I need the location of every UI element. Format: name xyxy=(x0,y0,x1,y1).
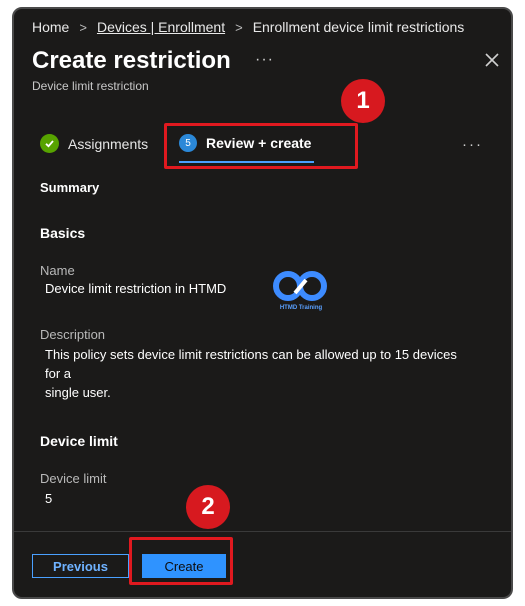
device-limit-value: 5 xyxy=(45,491,53,506)
device-limit-label: Device limit xyxy=(40,471,107,486)
create-restriction-panel: Home > Devices | Enrollment > Enrollment… xyxy=(12,7,513,599)
more-options-icon[interactable]: ··· xyxy=(255,51,274,69)
highlight-box-create-button xyxy=(129,537,233,585)
breadcrumb-separator-icon: > xyxy=(79,19,87,35)
tabs-more-icon[interactable]: ··· xyxy=(462,136,483,153)
name-value: Device limit restriction in HTMD xyxy=(45,281,227,296)
highlight-box-review-tab xyxy=(164,123,358,169)
watermark-text: HTMD Training xyxy=(279,305,323,311)
device-limit-heading: Device limit xyxy=(40,433,118,449)
description-line: for a xyxy=(45,366,72,381)
basics-heading: Basics xyxy=(40,225,86,241)
description-label: Description xyxy=(40,327,106,342)
annotation-badge-2: 2 xyxy=(186,485,230,529)
description-line: single user. xyxy=(45,385,111,400)
tab-assignments-label: Assignments xyxy=(68,135,149,152)
breadcrumb: Home > Devices | Enrollment > Enrollment… xyxy=(32,19,464,35)
name-label: Name xyxy=(40,263,75,278)
check-icon xyxy=(40,134,59,153)
breadcrumb-devices-enrollment[interactable]: Devices | Enrollment xyxy=(97,19,225,35)
breadcrumb-current[interactable]: Enrollment device limit restrictions xyxy=(253,19,465,35)
breadcrumb-home[interactable]: Home xyxy=(32,19,69,35)
htmd-training-logo: HTMD Training xyxy=(268,269,334,321)
description-value: This policy sets device limit restrictio… xyxy=(45,345,457,402)
previous-button[interactable]: Previous xyxy=(32,554,129,578)
close-icon[interactable] xyxy=(483,51,501,69)
footer-divider xyxy=(14,531,511,532)
summary-heading: Summary xyxy=(40,180,100,195)
page-subtitle: Device limit restriction xyxy=(32,79,149,93)
description-line: This policy sets device limit restrictio… xyxy=(45,347,457,362)
annotation-badge-1: 1 xyxy=(341,79,385,123)
page-title: Create restriction xyxy=(32,47,231,74)
tab-assignments[interactable]: Assignments xyxy=(40,134,148,153)
breadcrumb-separator-icon: > xyxy=(235,19,243,35)
